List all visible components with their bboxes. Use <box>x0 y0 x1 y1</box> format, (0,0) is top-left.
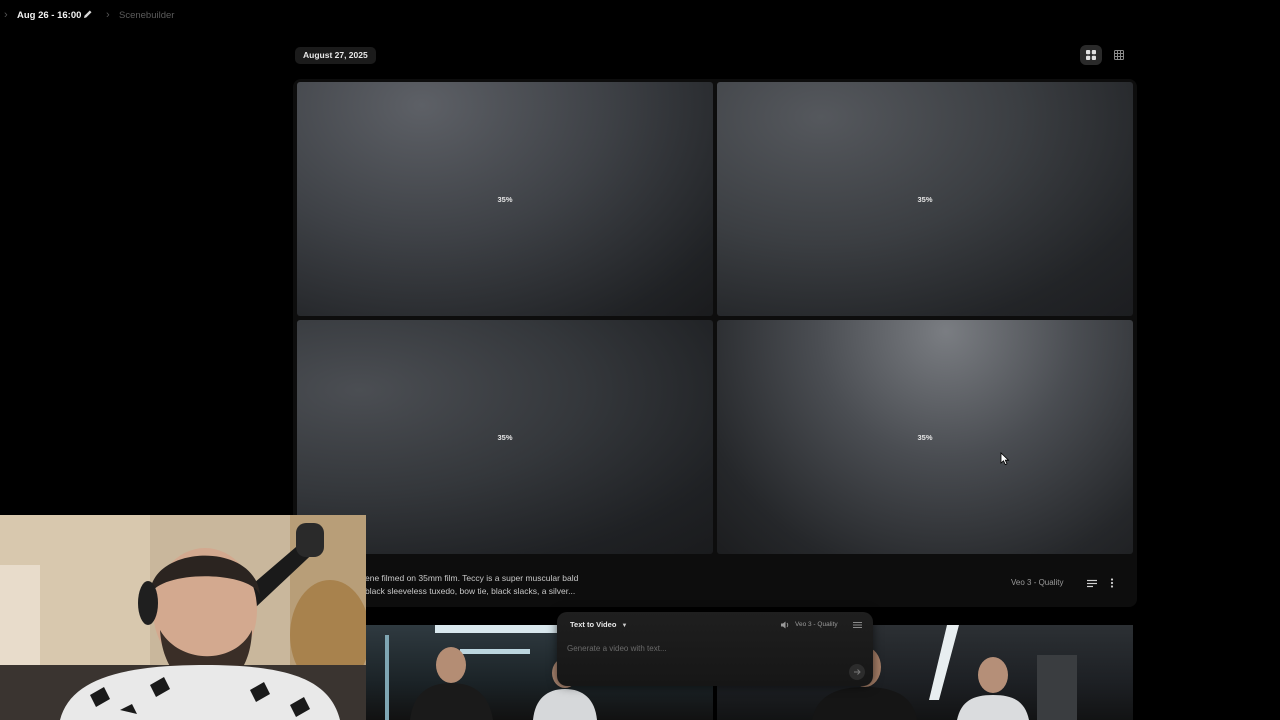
progress-label: 35% <box>917 194 933 204</box>
list-view-icon <box>1114 50 1124 60</box>
arrow-right-icon <box>854 669 861 675</box>
progress-label: 35% <box>917 432 933 442</box>
list-view-button[interactable] <box>1108 45 1130 65</box>
mode-dropdown[interactable]: Text to Video ▼ <box>570 620 627 629</box>
prompt-input[interactable] <box>565 640 819 656</box>
composer-model-label[interactable]: Veo 3 - Quality <box>795 621 838 628</box>
breadcrumb-scenebuilder[interactable]: Scenebuilder <box>119 10 174 21</box>
prompt-line: black sleeveless tuxedo, bow tie, black … <box>365 586 576 596</box>
date-chip: August 27, 2025 <box>295 47 376 64</box>
sliders-icon[interactable] <box>853 621 862 629</box>
speaker-icon[interactable] <box>781 621 790 629</box>
project-title[interactable]: Aug 26 - 16:00 <box>17 10 81 21</box>
chevron-right-icon: › <box>106 9 110 21</box>
chevron-right-icon: › <box>4 9 8 21</box>
grid-view-icon <box>1086 50 1096 60</box>
grid-view-button[interactable] <box>1080 45 1102 65</box>
mouse-cursor-icon <box>1000 452 1010 466</box>
more-vertical-icon <box>1110 578 1114 588</box>
progress-label: 35% <box>497 194 513 204</box>
top-bar: › Aug 26 - 16:00 › Scenebuilder <box>0 0 1280 30</box>
more-options-button[interactable] <box>1105 576 1119 590</box>
progress-label: 35% <box>497 432 513 442</box>
video-tile-generating[interactable]: 35% <box>297 82 713 316</box>
chevron-down-icon: ▼ <box>621 623 628 629</box>
send-button[interactable] <box>849 664 865 680</box>
prompt-text[interactable]: ene filmed on 35mm film. Teccy is a supe… <box>365 572 595 598</box>
video-tile-generating[interactable]: 35% <box>717 320 1133 554</box>
view-toggle <box>1078 45 1134 65</box>
prompt-composer: Text to Video ▼ Veo 3 - Quality <box>557 612 873 686</box>
mode-label: Text to Video <box>570 620 617 629</box>
webcam-image <box>0 515 366 720</box>
video-tile-generating[interactable]: 35% <box>717 82 1133 316</box>
pencil-icon[interactable] <box>83 9 93 19</box>
reuse-prompt-button[interactable] <box>1085 576 1099 590</box>
webcam-overlay <box>0 515 366 720</box>
prompt-line: ene filmed on 35mm film. Teccy is a supe… <box>365 573 579 583</box>
sliders-icon <box>1087 579 1097 587</box>
model-label: Veo 3 - Quality <box>1011 578 1064 587</box>
